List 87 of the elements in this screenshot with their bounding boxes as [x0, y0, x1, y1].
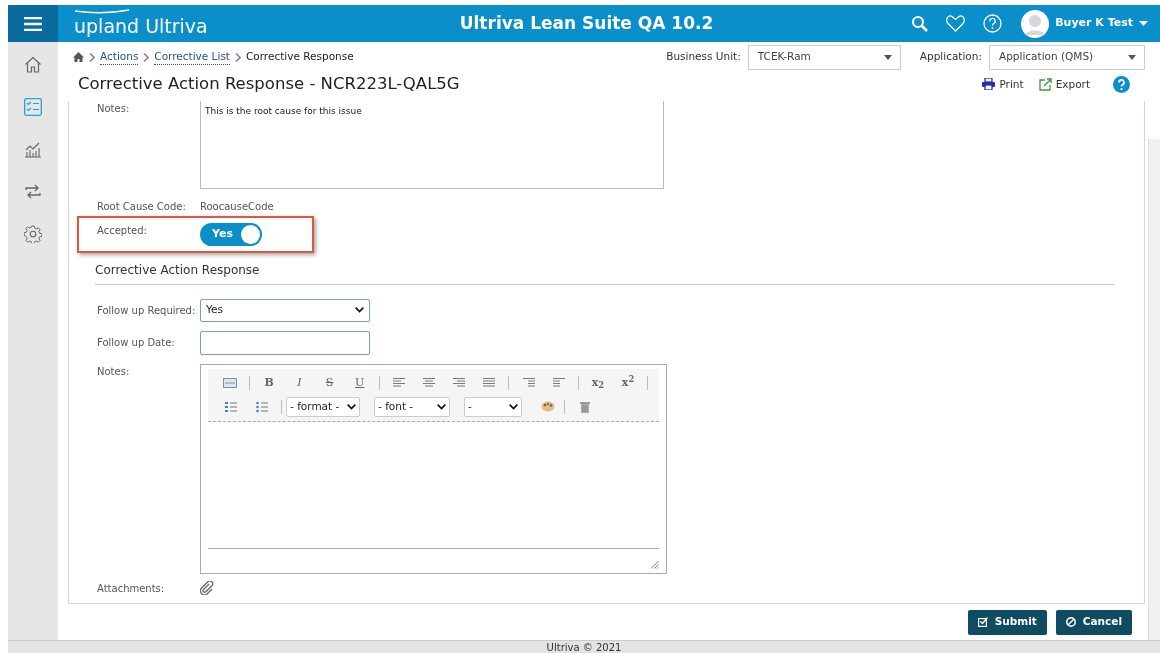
action-link[interactable]: Print: [982, 76, 1024, 93]
outdent-icon: [552, 377, 565, 389]
editor-dropdown[interactable]: - format -: [286, 396, 360, 417]
editor-dropdown[interactable]: -: [464, 396, 522, 417]
scrollbar[interactable]: [1148, 139, 1160, 640]
app-title: Ultriva Lean Suite QA 10.2: [459, 11, 714, 35]
align-left-icon: [392, 377, 405, 389]
logo-product: Ultriva: [145, 17, 208, 36]
filter-dropdown[interactable]: Application (QMS): [989, 44, 1145, 70]
export-icon: [1038, 77, 1052, 91]
filter-dropdown[interactable]: TCEK-Ram: [747, 44, 901, 70]
subscript-button[interactable]: x$_{2}$: [582, 372, 613, 393]
italic-button[interactable]: I: [284, 372, 315, 393]
chevron-down-icon: [437, 403, 446, 410]
palette-icon: [541, 401, 555, 413]
chevron-icon: [234, 52, 241, 62]
breadcrumb-link[interactable]: Corrective List: [154, 48, 230, 66]
html-icon: [223, 377, 238, 388]
sidebar-item[interactable]: [24, 183, 42, 200]
sidebar-item[interactable]: [24, 225, 42, 243]
bullet-list-icon: [255, 400, 268, 413]
menu-button[interactable]: [8, 5, 58, 42]
field-label: Notes:: [97, 364, 131, 379]
field-label: Follow up Date:: [97, 336, 176, 351]
caret-icon: [1128, 54, 1136, 60]
filter-label: Application:: [919, 49, 982, 65]
chevron-down-icon: [355, 307, 364, 314]
caret-icon: [883, 54, 892, 60]
underline-button[interactable]: U: [344, 372, 375, 393]
superscript-button[interactable]: x$^{2}$: [612, 372, 644, 393]
chart-icon: [24, 141, 42, 158]
menu-icon: [24, 16, 42, 31]
heart-icon: [946, 15, 966, 32]
home-icon[interactable]: [73, 52, 84, 62]
trash-icon: [579, 400, 590, 413]
field-label: Attachments:: [97, 581, 166, 596]
ban-icon: [1065, 617, 1076, 628]
notes-field[interactable]: This is the root cause for this issue: [200, 100, 664, 189]
chevron-down-icon: [347, 403, 356, 410]
page-title: Corrective Action Response - NCR223L-QAL5G: [77, 73, 460, 95]
dropdown[interactable]: Yes: [200, 298, 370, 322]
logo-arc-icon: [74, 9, 130, 15]
chevron-icon: [143, 52, 150, 62]
editor-dropdown[interactable]: - font -: [374, 396, 450, 417]
cancel-button[interactable]: Cancel: [1055, 609, 1132, 635]
resize-grip-icon[interactable]: [650, 559, 659, 569]
indent-icon: [522, 377, 535, 389]
user-menu[interactable]: Buyer K Test: [1011, 9, 1160, 38]
align-justify-icon: [483, 377, 496, 389]
search-icon: [911, 15, 929, 32]
checklist-icon: [24, 98, 42, 116]
chevron-icon: [89, 52, 95, 62]
breadcrumb-link[interactable]: Actions: [100, 48, 139, 66]
section-heading: Corrective Action Response: [95, 256, 1114, 285]
sidebar-item[interactable]: [24, 98, 42, 116]
action-link[interactable]: Export: [1038, 76, 1090, 93]
settings-icon: [24, 225, 42, 243]
printer-icon: [982, 78, 996, 91]
field-label: Accepted:: [97, 223, 148, 238]
align-right-icon: [453, 377, 466, 389]
avatar-icon: [1021, 9, 1050, 38]
swap-arrows-icon: [24, 183, 42, 200]
paperclip-icon[interactable]: [200, 580, 214, 595]
submit-button[interactable]: Submit: [967, 609, 1047, 635]
chevron-down-icon: [509, 403, 518, 410]
help-icon: [983, 14, 1003, 33]
numbered-list-icon: [224, 400, 237, 413]
strikethrough-button[interactable]: S: [314, 372, 345, 393]
help-icon[interactable]: [1113, 75, 1130, 93]
logo-brand: upland: [74, 17, 140, 36]
check-square-icon: [977, 617, 988, 628]
field-label: Root Cause Code:: [97, 199, 187, 214]
caret-icon: [1139, 21, 1148, 26]
sidebar-item[interactable]: [24, 56, 42, 73]
footer-text: Ultriva © 2021: [8, 640, 1160, 653]
filter-label: Business Unit:: [666, 49, 741, 65]
field-value: RoocauseCode: [200, 199, 274, 214]
field-label: Follow up Required:: [97, 303, 197, 318]
field-label: Notes:: [97, 101, 131, 116]
align-center-icon: [423, 377, 436, 389]
rich-text-editor[interactable]: B I S U x$_{2}$ x$^{2}$ - format - - font - -: [200, 363, 667, 574]
breadcrumb-current: Corrective Response: [245, 49, 354, 65]
date-field[interactable]: [200, 330, 370, 355]
bold-button[interactable]: B: [254, 372, 285, 393]
toggle-switch[interactable]: Yes: [200, 222, 262, 246]
home-icon: [24, 56, 42, 73]
sidebar-item[interactable]: [24, 141, 42, 158]
